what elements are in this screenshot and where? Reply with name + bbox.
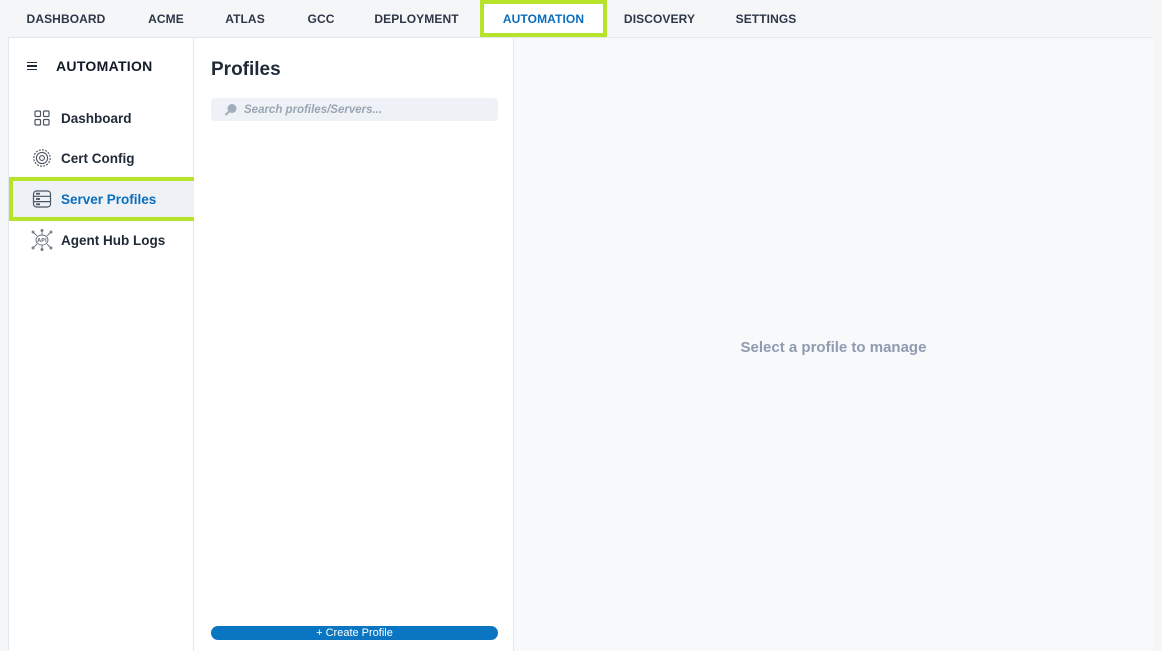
sidebar-item-dashboard[interactable]: Dashboard <box>9 98 194 138</box>
profile-detail-panel: Select a profile to manage <box>514 38 1153 651</box>
tab-acme[interactable]: ACME <box>134 0 198 37</box>
empty-state-message: Select a profile to manage <box>740 339 927 356</box>
sidebar-header: AUTOMATION <box>27 58 153 74</box>
sidebar-item-cert-config[interactable]: Cert Config <box>9 138 194 178</box>
sidebar-item-label: Server Profiles <box>61 191 157 207</box>
hamburger-menu-icon[interactable] <box>27 61 39 71</box>
sidebar-item-agent-hub-logs[interactable]: API Agent Hub Logs <box>9 220 194 260</box>
profiles-title: Profiles <box>211 59 281 80</box>
tab-automation[interactable]: AUTOMATION <box>480 0 607 37</box>
sidebar-item-server-profiles[interactable]: Server Profiles <box>9 177 199 221</box>
create-profile-button[interactable]: + Create Profile <box>211 626 498 640</box>
search-input[interactable] <box>244 103 494 116</box>
tab-discovery[interactable]: DISCOVERY <box>614 0 705 37</box>
tab-deployment[interactable]: DEPLOYMENT <box>364 0 469 37</box>
app-frame: AUTOMATION Dashboard Cert Config Server … <box>8 37 1153 651</box>
dashboard-grid-icon <box>31 107 53 129</box>
sidebar: AUTOMATION Dashboard Cert Config Server … <box>9 38 199 651</box>
api-network-icon: API <box>31 229 53 251</box>
sidebar-item-label: Agent Hub Logs <box>61 232 166 248</box>
gear-badge-icon <box>31 147 53 169</box>
tab-gcc[interactable]: GCC <box>295 0 347 37</box>
tab-dashboard[interactable]: DASHBOARD <box>18 0 114 37</box>
search-box[interactable] <box>211 98 498 121</box>
search-icon <box>224 103 238 117</box>
sidebar-item-label: Dashboard <box>61 110 132 126</box>
sidebar-title: AUTOMATION <box>56 58 153 74</box>
server-icon <box>31 188 53 210</box>
profiles-panel: Profiles + Create Profile <box>194 38 514 651</box>
tab-atlas[interactable]: ATLAS <box>214 0 276 37</box>
top-navigation: DASHBOARD ACME ATLAS GCC DEPLOYMENT AUTO… <box>0 0 1162 37</box>
sidebar-item-label: Cert Config <box>61 150 135 166</box>
tab-settings[interactable]: SETTINGS <box>724 0 808 37</box>
svg-text:API: API <box>37 238 47 244</box>
